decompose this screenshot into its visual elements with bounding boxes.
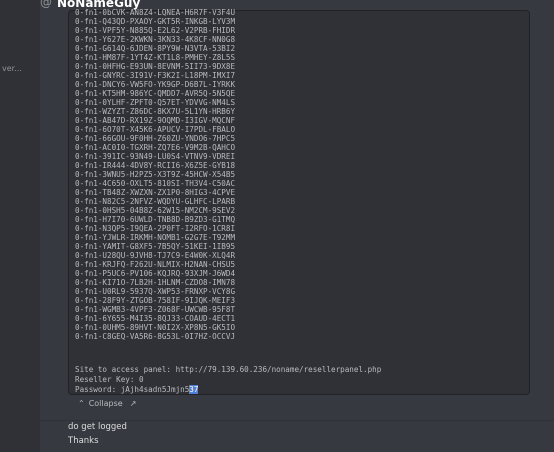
code-line: 0-fn1-6O70T-X45K6-APUCV-I7PDL-FBALO: [75, 125, 236, 134]
password-text: Password: jAjh4sadn5Jmjn5: [75, 385, 190, 394]
code-line: 0-fn1-TB48Z-XWZXN-ZX1P0-8HIG3-4CPVE: [75, 188, 236, 197]
site-line: Site to access panel: http://79.139.60.2…: [75, 365, 382, 374]
code-line: 0-fn1-HM87F-1YT4Z-KT1L8-PMHEY-Z8L5S: [75, 53, 236, 62]
code-line: 0-fn1-6Y655-M4I35-8QJ33-COAUD-4ECT1: [75, 314, 236, 323]
code-line: 0-fn1-H7I70-6UWLD-TNB8D-B9ZD3-G1TMQ: [75, 215, 236, 224]
code-line: 0-fn1-WGMB3-4VPF3-Z068F-UWCWB-95F8T: [75, 305, 236, 314]
code-line: 0-fn1-VPF5Y-N885Q-E2L62-V2PRB-FHIDR: [75, 26, 236, 35]
code-line: 0-fn1-28F9Y-ZTGOB-758IF-9IJQK-MEIF3: [75, 296, 236, 305]
reseller-line: Reseller Key: 0: [75, 375, 144, 384]
code-line: 0-fn1-Q43QD-PXAOY-GKT5R-INKGB-LYV3M: [75, 17, 236, 26]
code-line: 0-fn1-391IC-93N49-LU0S4-VTNV9-VDREI: [75, 152, 236, 161]
password-line: Password: jAjh4sadn5Jmjn537: [75, 385, 381, 395]
code-line: 0-fn1-0YLHF-ZPFT0-Q57ET-YDVVG-NM4LS: [75, 98, 236, 107]
at-icon: @: [40, 0, 52, 9]
code-line: 0-fn1-YAMIT-G8XF5-7B5QY-51KEI-1IB95: [75, 242, 236, 251]
channel-sidebar: ver...: [0, 0, 40, 452]
code-line: 0-fn1-KT5HM-986YC-QMDD7-AVR5Q-5N5QE: [75, 89, 236, 98]
code-line: 0-fn1-KRJFQ-F262U-NLMIX-H2NAN-CHSU5: [75, 260, 236, 269]
collapse-button[interactable]: ⌃ Collapse ↗: [78, 399, 136, 408]
code-line: 0-fn1-DNCY6-VW5FO-YK9GP-D6B7L-IYRKK: [75, 80, 236, 89]
code-lines: 0-fn1-0bCVK-AN8Z4-LQNEA-H6R7F-V3F4U 0-fn…: [75, 8, 235, 341]
code-line: 0-fn1-IR444-4DV8Y-RCII6-X6Z5E-GYB18: [75, 161, 236, 170]
code-line: 0-fn1-66GOU-9F0HH-Z60ZU-YNDO6-7HPC5: [75, 134, 236, 143]
code-line: 0-fn1-0bCVK-AN8Z4-LQNEA-H6R7F-V3F4U: [75, 8, 236, 17]
code-line: 0-fn1-3WNU5-H2PZ5-X3T9Z-45HCW-X54B5: [75, 170, 236, 179]
code-line: 0-fn1-WZYZT-Z86DC-8KX7U-5L1YN-HRB6Y: [75, 107, 236, 116]
credentials-lines: Site to access panel: http://79.139.60.2…: [75, 365, 381, 395]
code-line: 0-fn1-N3QP5-I9QEA-2P0FT-I2RFO-1CR8I: [75, 224, 236, 233]
divider: [40, 420, 554, 421]
chat-message: Thanks: [68, 436, 99, 446]
code-line: 0-fn1-GNYRC-3I91V-F3K2I-L18PM-IMXI7: [75, 71, 236, 80]
code-line: 0-fn1-YJWLR-IRKMH-NOMB1-G2G7E-T92MM: [75, 233, 236, 242]
code-line: 0-fn1-KI71O-7LB2H-1HLNM-CZDO8-IMN78: [75, 278, 236, 287]
code-line: 0-fn1-0UHM5-89HVT-N0I2X-XP8N5-GK5IO: [75, 323, 236, 332]
code-line: 0-fn1-N82C5-2NFVZ-WQDYU-GLHFC-LPARB: [75, 197, 236, 206]
code-line: 0-fn1-P5UC6-PV106-KQJRQ-93XJM-J6WD4: [75, 269, 236, 278]
chevron-up-icon: ⌃: [78, 399, 85, 408]
chat-message: do get logged: [68, 422, 127, 432]
expand-icon[interactable]: ↗: [130, 399, 137, 408]
code-line: 0-fn1-AC0I0-TGXRH-ZQ7E6-V9M2B-QAHCO: [75, 143, 236, 152]
code-line: 0-fn1-0HFHG-E93UN-8EVNM-5II73-9DX8E: [75, 62, 236, 71]
selected-text: 37: [189, 385, 199, 394]
collapse-label: Collapse: [88, 399, 123, 408]
code-line: 0-fn1-G614Q-6JDEN-8PY9W-N3VTA-53BI2: [75, 44, 236, 53]
sidebar-snippet: ver...: [2, 64, 22, 73]
code-line: 0-fn1-0HSH5-04B8Z-62W15-NM2CM-9SEV2: [75, 206, 236, 215]
code-line: 0-fn1-AB47D-RX19Z-9OQMD-I3IGV-MQCNF: [75, 116, 236, 125]
code-line: 0-fn1-U28QU-9JVH8-TJ7C9-E4W0K-XLQ4R: [75, 251, 236, 260]
code-line: 0-fn1-U0RL9-5937Q-XWP53-FRNXP-VCY8G: [75, 287, 236, 296]
code-line: 0-fn1-C8GEQ-VA5R6-8G53L-0I7HZ-OCCVJ: [75, 332, 236, 341]
code-line: 0-fn1-4C650-OXLT5-810SI-TH3V4-C50AC: [75, 179, 236, 188]
code-block: 0-fn1-0bCVK-AN8Z4-LQNEA-H6R7F-V3F4U 0-fn…: [68, 8, 530, 395]
code-line: 0-fn1-Y627E-2KWKN-3KN33-4K8CF-NN0G8: [75, 35, 236, 44]
